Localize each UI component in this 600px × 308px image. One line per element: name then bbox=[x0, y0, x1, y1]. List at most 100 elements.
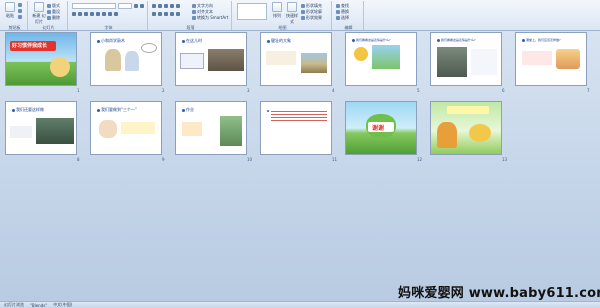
line-spacing-icon[interactable] bbox=[176, 4, 180, 8]
numbering-icon[interactable] bbox=[158, 4, 162, 8]
slide-number: 11 bbox=[332, 157, 338, 162]
font-color-icon[interactable] bbox=[114, 12, 118, 16]
slide-thumbnail-2[interactable]: 小和尚学敲木 bbox=[90, 32, 162, 86]
align-right-icon[interactable] bbox=[164, 12, 168, 16]
cut-button[interactable] bbox=[18, 3, 22, 7]
paragraph-group: 文字方向 对齐文本 转换为 SmartArt 段落 bbox=[150, 1, 232, 30]
align-center-icon[interactable] bbox=[158, 12, 162, 16]
slide-title: 我们还要这样做 bbox=[12, 107, 44, 113]
shadow-icon[interactable] bbox=[96, 12, 100, 16]
change-case-icon[interactable] bbox=[108, 12, 112, 16]
drawing-group: 排列 快速样式 形状填充 形状轮廓 形状效果 绘图 bbox=[234, 1, 332, 30]
select-icon bbox=[336, 16, 340, 20]
format-painter-icon bbox=[18, 15, 22, 19]
slide-thumbnail-9[interactable]: 我们要做到"三个一" bbox=[90, 101, 162, 155]
slide-title: 小和尚学敲木 bbox=[97, 38, 125, 44]
text-direction-icon bbox=[192, 4, 196, 8]
select-button[interactable]: 选择 bbox=[336, 15, 349, 21]
text-box bbox=[471, 49, 497, 75]
classroom-photo bbox=[36, 118, 74, 144]
slide-number: 5 bbox=[417, 88, 420, 93]
children-illustration bbox=[50, 57, 70, 77]
font-format-row bbox=[72, 12, 118, 16]
new-slide-button[interactable]: 新建 幻灯片 bbox=[32, 2, 46, 25]
font-size-select[interactable] bbox=[118, 3, 132, 9]
justify-icon[interactable] bbox=[170, 12, 174, 16]
slide-thumbnail-6[interactable]: 我们看看这是表情是什么? bbox=[430, 32, 502, 86]
drawing-label: 绘图 bbox=[278, 25, 287, 30]
font-size-buttons bbox=[134, 4, 144, 8]
format-painter-button[interactable] bbox=[18, 15, 22, 19]
slide-thumbnail-8[interactable]: 我们还要这样做 bbox=[5, 101, 77, 155]
italic-icon[interactable] bbox=[78, 12, 82, 16]
shapes-gallery[interactable] bbox=[237, 3, 267, 20]
slide-thumbnail-12[interactable]: 谢谢 bbox=[345, 101, 417, 155]
arrange-button[interactable]: 排列 bbox=[270, 2, 284, 19]
bullets-icon[interactable] bbox=[152, 4, 156, 8]
slide-thumbnail-5[interactable]: 我们看看这是表情是什么? bbox=[345, 32, 417, 86]
slide-thumbnail-1[interactable]: 好习惯伴我成长 bbox=[5, 32, 77, 86]
columns-icon[interactable] bbox=[176, 12, 180, 16]
font-family-select[interactable] bbox=[72, 3, 116, 9]
paste-button[interactable]: 粘贴 bbox=[3, 2, 17, 19]
slide-thumbnail-3[interactable]: 在这儿时 bbox=[175, 32, 247, 86]
slide-title-text: 在这儿时 bbox=[186, 38, 202, 43]
slide-title: 健壮的大象 bbox=[267, 38, 291, 44]
theme-name: "Blends" bbox=[30, 302, 48, 308]
layout-icon bbox=[47, 4, 51, 8]
clipboard-label: 剪贴板 bbox=[8, 25, 21, 30]
text-block bbox=[271, 109, 327, 121]
replace-icon bbox=[336, 10, 340, 14]
flower-illustration bbox=[469, 124, 491, 142]
slide-number: 12 bbox=[417, 157, 423, 162]
text-box bbox=[266, 51, 296, 65]
banner bbox=[447, 106, 489, 114]
slide-thumbnail-7[interactable]: 课堂上，我们应该怎样做? bbox=[515, 32, 587, 86]
copy-icon bbox=[18, 9, 22, 13]
editing-label: 编辑 bbox=[344, 25, 353, 30]
slide-title: 我们看看这是表情是什么? bbox=[437, 38, 476, 42]
increase-indent-icon[interactable] bbox=[170, 4, 174, 8]
char-spacing-icon[interactable] bbox=[102, 12, 106, 16]
align-text-icon bbox=[192, 10, 196, 14]
list-row bbox=[152, 4, 180, 8]
shape-fill-icon bbox=[301, 4, 305, 8]
copy-button[interactable] bbox=[18, 9, 22, 13]
shrink-font-icon[interactable] bbox=[140, 4, 144, 8]
decrease-indent-icon[interactable] bbox=[164, 4, 168, 8]
grow-font-icon[interactable] bbox=[134, 4, 138, 8]
underline-icon[interactable] bbox=[84, 12, 88, 16]
smartart-icon bbox=[192, 16, 196, 20]
shape-effects-button[interactable]: 形状效果 bbox=[301, 15, 322, 21]
text-box bbox=[180, 53, 204, 69]
slide-thumbnail-10[interactable]: 作业 bbox=[175, 101, 247, 155]
editing-group: 查找 替换 选择 编辑 bbox=[334, 1, 364, 30]
slide-title: 我们要做到"三个一" bbox=[97, 107, 137, 113]
bullet-icon bbox=[267, 110, 269, 112]
elephant-photo bbox=[301, 53, 327, 73]
bold-icon[interactable] bbox=[72, 12, 76, 16]
elephant-photo bbox=[208, 49, 244, 71]
shape-effects-icon bbox=[301, 16, 305, 20]
view-mode: 幻灯片浏览 bbox=[4, 302, 24, 307]
align-left-icon[interactable] bbox=[152, 12, 156, 16]
slide-title-text: 我们看看这是表情是什么? bbox=[356, 38, 391, 42]
text-box bbox=[522, 51, 552, 65]
find-icon bbox=[336, 4, 340, 8]
slide-thumbnail-11[interactable] bbox=[260, 101, 332, 155]
slide-title-text: 我们要做到"三个一" bbox=[101, 107, 137, 112]
convert-smartart-button[interactable]: 转换为 SmartArt bbox=[192, 15, 228, 21]
strikethrough-icon[interactable] bbox=[90, 12, 94, 16]
slide-title: 在这儿时 bbox=[182, 38, 202, 44]
arrange-icon bbox=[272, 2, 282, 12]
quick-styles-button[interactable]: 快速样式 bbox=[285, 2, 299, 25]
slide-thumbnail-13[interactable] bbox=[430, 101, 502, 155]
new-slide-icon bbox=[34, 2, 44, 12]
delete-button[interactable]: 删除 bbox=[47, 15, 60, 21]
slide-thumbnail-4[interactable]: 健壮的大象 bbox=[260, 32, 332, 86]
slide-title: 我们看看这是表情是什么? bbox=[352, 38, 391, 42]
slide-number: 7 bbox=[587, 88, 590, 93]
slides-label: 幻灯片 bbox=[42, 25, 55, 30]
slide-number: 13 bbox=[502, 157, 508, 162]
slide-number: 9 bbox=[162, 157, 165, 162]
